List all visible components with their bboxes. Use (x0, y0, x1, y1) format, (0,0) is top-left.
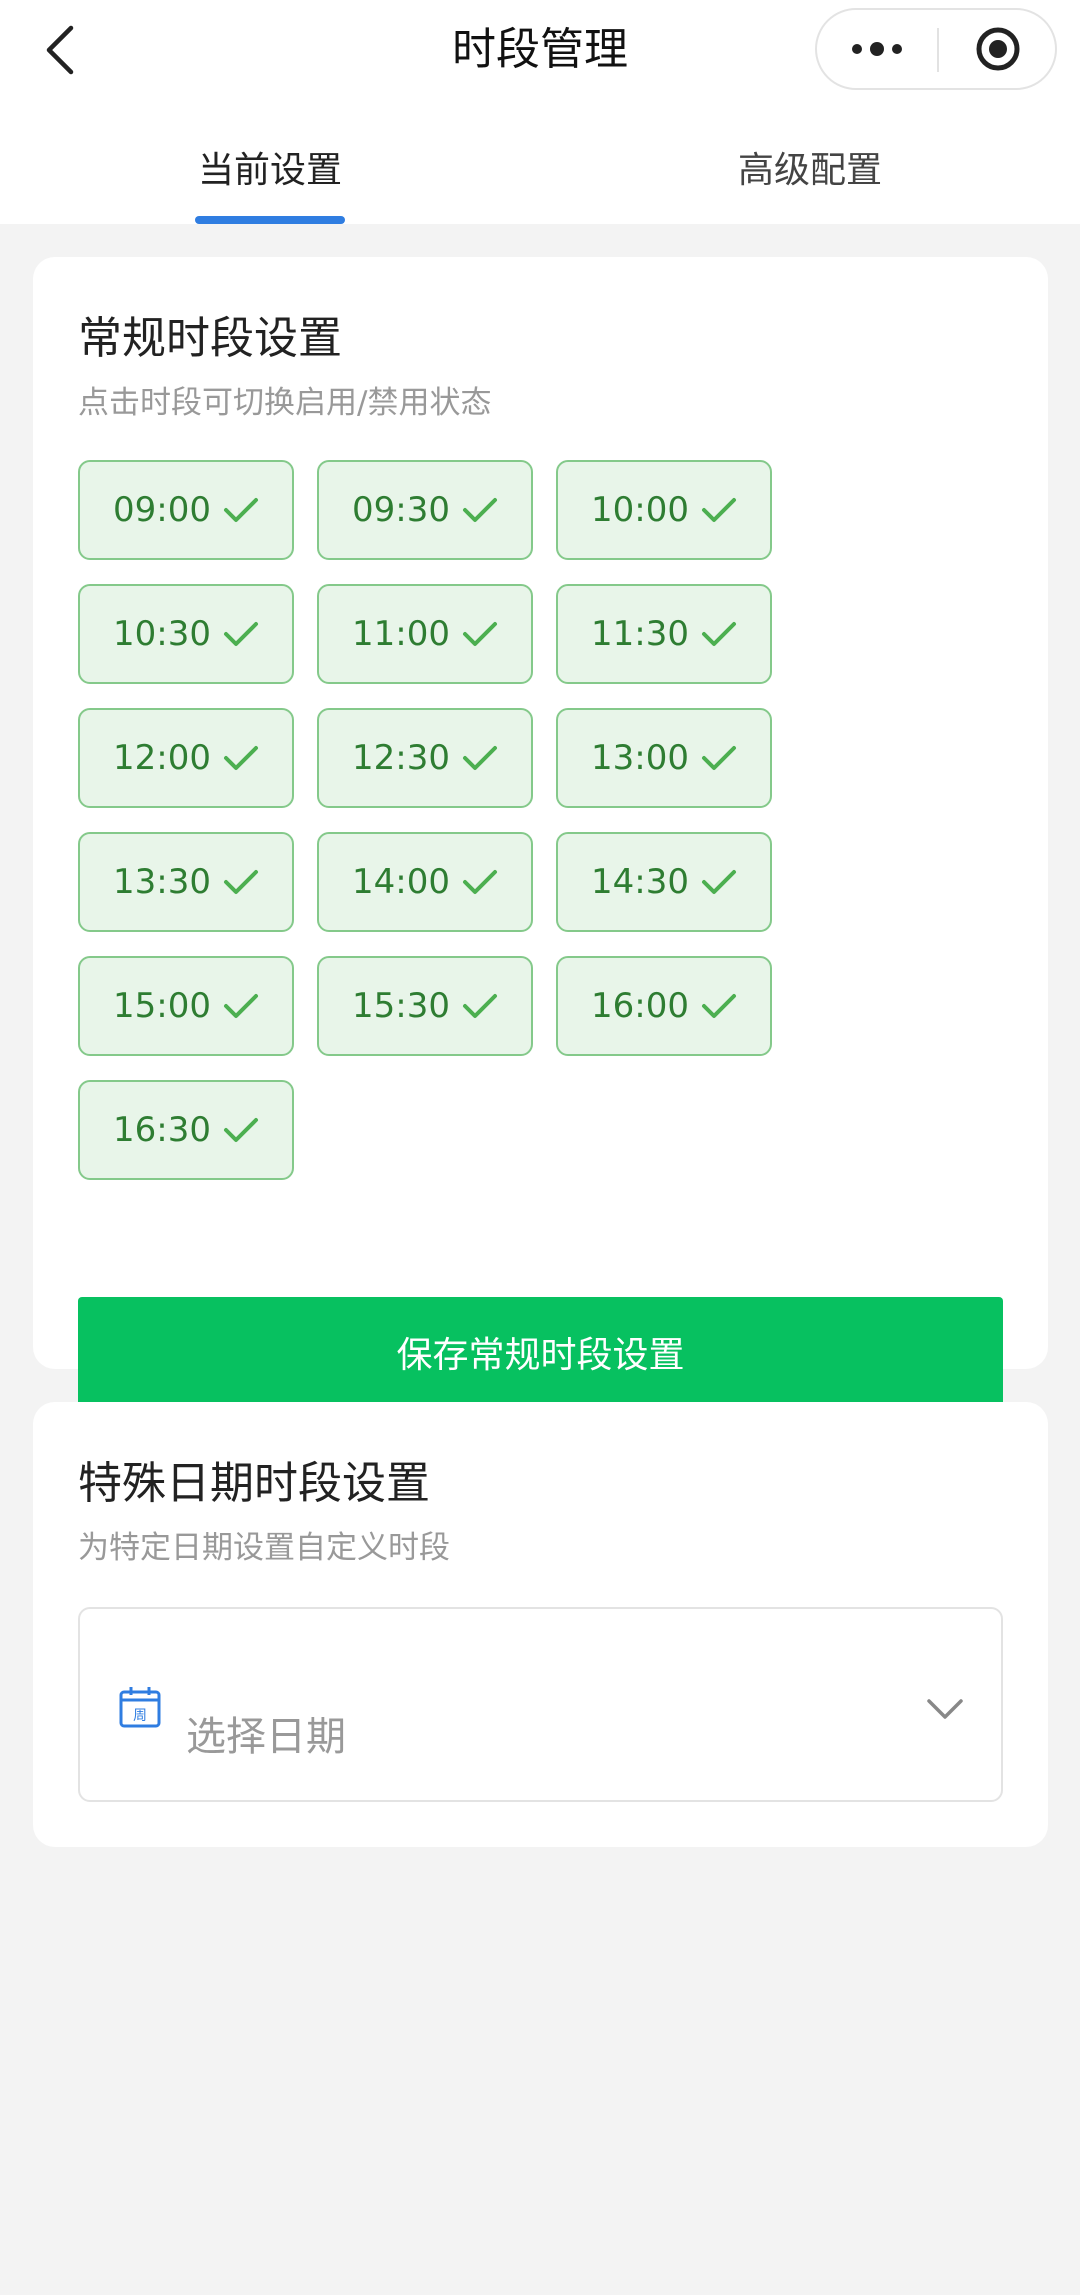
checkmark-icon (701, 622, 736, 646)
time-slot-button[interactable]: 11:00 (317, 584, 533, 684)
time-slot-button[interactable]: 09:30 (317, 460, 533, 560)
tab-current-settings[interactable]: 当前设置 (0, 130, 540, 224)
mini-program-capsule (815, 8, 1057, 90)
checkmark-icon (701, 870, 736, 894)
time-slot-button[interactable]: 12:00 (78, 708, 294, 808)
checkmark-icon (701, 746, 736, 770)
regular-slots-card: 常规时段设置 点击时段可切换启用/禁用状态 09:00 09:30 10:00 10:… (33, 257, 1048, 1407)
checkmark-icon (701, 994, 736, 1018)
time-slot-button[interactable]: 16:30 (78, 1080, 294, 1180)
checkmark-icon (223, 1118, 258, 1142)
special-date-card: 特殊日期时段设置 为特定日期设置自定义时段 周 选择日期 (33, 1402, 1048, 1847)
top-bar: 时段管理 当前设置 高级配置 (0, 0, 1080, 224)
active-tab-indicator (195, 216, 345, 224)
date-placeholder: 选择日期 (186, 1714, 346, 1760)
time-slot-label: 09:00 (113, 490, 211, 530)
svg-text:周: 周 (133, 1708, 147, 1724)
time-slot-button[interactable]: 09:00 (78, 460, 294, 560)
time-slot-label: 16:30 (113, 1110, 211, 1150)
time-slot-label: 15:30 (352, 986, 450, 1026)
time-slot-label: 13:00 (591, 738, 689, 778)
checkmark-icon (223, 498, 258, 522)
tab-bar: 当前设置 高级配置 (0, 130, 1080, 224)
time-slot-button[interactable]: 15:30 (317, 956, 533, 1056)
time-slot-button[interactable]: 16:00 (556, 956, 772, 1056)
checkmark-icon (462, 870, 497, 894)
time-slot-label: 13:30 (113, 862, 211, 902)
time-slot-button[interactable]: 14:00 (317, 832, 533, 932)
checkmark-icon (462, 746, 497, 770)
regular-slots-title: 常规时段设置 (78, 313, 342, 364)
time-slot-label: 14:00 (352, 862, 450, 902)
time-slot-label: 10:00 (591, 490, 689, 530)
time-slot-button[interactable]: 13:30 (78, 832, 294, 932)
checkmark-icon (223, 994, 258, 1018)
more-button[interactable] (817, 10, 937, 88)
date-picker[interactable]: 周 选择日期 (78, 1607, 1003, 1802)
checkmark-icon (223, 746, 258, 770)
time-slot-label: 14:30 (591, 862, 689, 902)
checkmark-icon (462, 622, 497, 646)
time-slot-label: 16:00 (591, 986, 689, 1026)
checkmark-icon (462, 498, 497, 522)
time-slot-label: 11:30 (591, 614, 689, 654)
time-slot-label: 12:30 (352, 738, 450, 778)
time-slot-label: 11:00 (352, 614, 450, 654)
time-slot-button[interactable]: 12:30 (317, 708, 533, 808)
close-button[interactable] (939, 10, 1057, 88)
checkmark-icon (223, 870, 258, 894)
checkmark-icon (462, 994, 497, 1018)
tab-advanced-config[interactable]: 高级配置 (540, 130, 1080, 224)
special-date-title: 特殊日期时段设置 (78, 1458, 430, 1509)
chevron-down-icon (927, 1699, 963, 1719)
time-slot-button[interactable]: 10:00 (556, 460, 772, 560)
time-slot-label: 12:00 (113, 738, 211, 778)
time-slot-label: 15:00 (113, 986, 211, 1026)
special-date-subtitle: 为特定日期设置自定义时段 (78, 1530, 450, 1566)
time-slot-button[interactable]: 14:30 (556, 832, 772, 932)
more-dots-icon (852, 42, 902, 56)
calendar-icon: 周 (119, 1687, 161, 1728)
time-slot-button[interactable]: 13:00 (556, 708, 772, 808)
checkmark-icon (701, 498, 736, 522)
target-circle-icon (976, 27, 1020, 71)
time-slot-label: 09:30 (352, 490, 450, 530)
time-slot-button[interactable]: 15:00 (78, 956, 294, 1056)
save-regular-slots-button[interactable]: 保存常规时段设置 (78, 1297, 1003, 1407)
time-slot-label: 10:30 (113, 614, 211, 654)
time-slot-button[interactable]: 10:30 (78, 584, 294, 684)
regular-slots-subtitle: 点击时段可切换启用/禁用状态 (78, 385, 492, 421)
checkmark-icon (223, 622, 258, 646)
time-slot-button[interactable]: 11:30 (556, 584, 772, 684)
